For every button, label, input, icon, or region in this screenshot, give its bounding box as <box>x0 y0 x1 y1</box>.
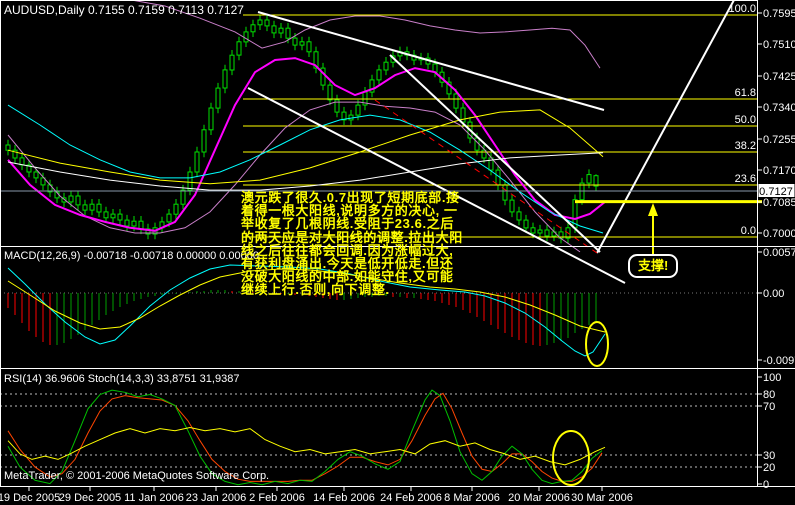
price-axis-label: 0.7085 <box>763 197 795 209</box>
date-axis: 19 Dec 200529 Dec 2005 11 Jan 2006 23 Jan … <box>0 487 633 504</box>
date-axis-label: 11 Jan 2006 <box>124 492 184 504</box>
support-callout: 支撑! <box>628 254 679 278</box>
date-axis-label: 29 Dec 2005 <box>59 492 121 504</box>
date-axis-label: 24 Feb 2006 <box>380 492 442 504</box>
price-axis-label: 0.00571 <box>763 247 795 259</box>
analysis-note-line: 的两天应是对大阳线的调整.拉出大阳 <box>241 229 463 245</box>
price-axis-label: 0.00 <box>763 288 784 300</box>
date-axis-label: 2 Feb 2006 <box>249 492 305 504</box>
price-axis-label: 80 <box>763 389 775 401</box>
rsi-indicator-label: RSI(14) 36.9606 Stoch(14,3,3) 33,8751 31… <box>4 373 240 385</box>
price-axis-label: 0.7340 <box>763 102 795 114</box>
price-axis-label: 0.7425 <box>763 71 795 83</box>
metatrader-chart-window: 100.0 61.8 50.0 38.2 23.6 0.0 0.7595 0.7510 0.74… <box>0 0 795 505</box>
date-axis-label: 8 Mar 2006 <box>444 492 500 504</box>
analysis-note-line: 举收复了几根阴线.受阻于23.6.之后 <box>241 216 454 232</box>
price-axis-label: 100 <box>763 372 781 384</box>
macd-indicator-label: MACD(12,26,9) -0.00718 -0.00718 0.00000 … <box>4 250 260 262</box>
highlight-ellipse <box>585 321 609 367</box>
price-axis-label: 0 <box>763 479 769 491</box>
price-axis-label: 0.7000 <box>763 228 795 240</box>
price-axis-label: 70 <box>763 401 775 413</box>
symbol-title: AUDUSD,Daily 0.7155 0.7159 0.7113 0.7127 <box>4 3 244 17</box>
support-callout-text: 支撑! <box>638 258 669 273</box>
current-price-value: 0.7127 <box>759 186 793 198</box>
date-axis-label: 14 Feb 2006 <box>313 492 375 504</box>
price-axis-label: 30 <box>763 450 775 462</box>
price-axis-label: 0.7170 <box>763 165 795 177</box>
fib-level-label: 50.0 <box>735 114 756 126</box>
price-axis-label: 20 <box>763 462 775 474</box>
price-axis-label: -0.00974 <box>763 355 795 367</box>
price-axis-label: 0.7595 <box>763 8 795 20</box>
analysis-note-line: 继续上行.否则,向下调整. <box>241 282 390 298</box>
price-axis-label: 0.7255 <box>763 134 795 146</box>
analysis-note: 澳元跌了很久.0.7出现了短期底部.接 着得一根大阳线,说明多方的决心, 一举收复… <box>241 191 463 297</box>
fib-level-label: 23.6 <box>735 173 756 185</box>
date-axis-label: 20 Mar 2006 <box>508 492 570 504</box>
fib-level-label: 38.2 <box>735 140 756 152</box>
drawing-annotations <box>552 203 658 486</box>
copyright-text: MetaTrader, © 2001-2006 MetaQuotes Softw… <box>4 470 270 482</box>
price-axis-label: 0.7510 <box>763 39 795 51</box>
fib-level-label: 61.8 <box>735 87 756 99</box>
date-axis-label: 19 Dec 2005 <box>0 492 60 504</box>
fib-level-label: 0.0 <box>741 225 756 237</box>
price-axis: 0.7595 0.7510 0.7425 0.7340 0.7255 0.7170 0.70… <box>758 8 795 491</box>
date-axis-label: 23 Jan 2006 <box>186 492 247 504</box>
fib-level-label: 100.0 <box>728 3 756 15</box>
date-axis-label: 30 Mar 2006 <box>571 492 633 504</box>
